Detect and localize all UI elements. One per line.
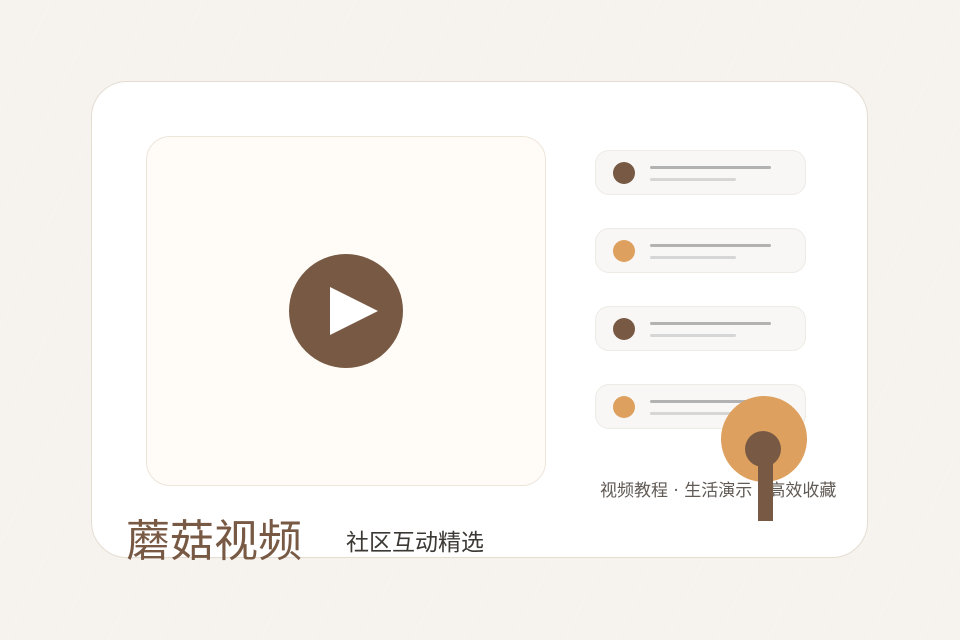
play-button[interactable] xyxy=(289,254,403,368)
list-item-subtitle-placeholder xyxy=(650,178,736,181)
list-item-subtitle-placeholder xyxy=(650,334,736,337)
list-item-subtitle-placeholder xyxy=(650,412,736,415)
play-icon xyxy=(330,287,378,335)
mushroom-pin-stem xyxy=(758,448,773,521)
promo-card: 视频教程 · 生活演示 · 高效收藏 蘑菇视频 社区互动精选 xyxy=(91,81,868,567)
brand-subtitle: 社区互动精选 xyxy=(346,530,484,556)
list-item-subtitle-placeholder xyxy=(650,256,736,259)
list-item[interactable] xyxy=(595,150,806,195)
list-item-dot xyxy=(613,162,635,184)
list-item[interactable] xyxy=(595,228,806,273)
video-preview[interactable] xyxy=(146,136,546,486)
tagline: 视频教程 · 生活演示 · 高效收藏 xyxy=(600,481,837,501)
list-item-title-placeholder xyxy=(650,322,771,325)
list-item-dot xyxy=(613,396,635,418)
list-item-title-placeholder xyxy=(650,166,771,169)
list-item-dot xyxy=(613,240,635,262)
splash-screen: 视频教程 · 生活演示 · 高效收藏 蘑菇视频 社区互动精选 xyxy=(0,0,960,640)
list-item[interactable] xyxy=(595,306,806,351)
list-item-dot xyxy=(613,318,635,340)
brand-title: 蘑菇视频 xyxy=(126,516,302,567)
list-item-title-placeholder xyxy=(650,244,771,247)
